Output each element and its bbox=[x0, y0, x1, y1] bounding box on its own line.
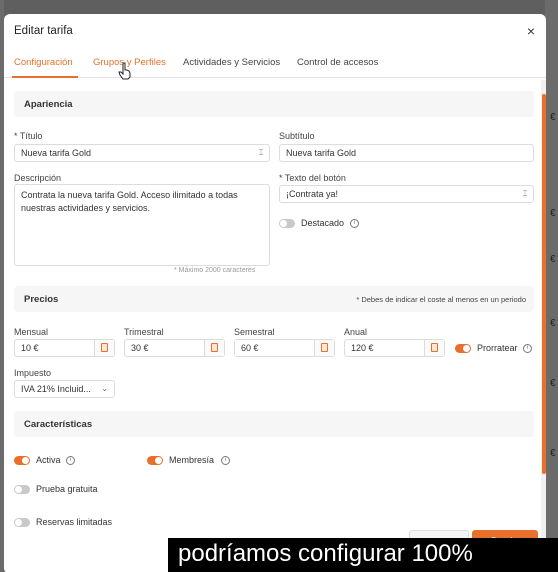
text-cursor-icon: ⌶ bbox=[258, 148, 264, 157]
tab-actividades-servicios[interactable]: Actividades y Servicios bbox=[183, 57, 280, 68]
impuesto-select[interactable]: IVA 21% Incluid... ⌄ bbox=[14, 380, 115, 398]
texto-boton-input[interactable]: ¡Contrata ya! ⌶ bbox=[279, 185, 534, 203]
titulo-input[interactable]: Nueva tarifa Gold ⌶ bbox=[14, 144, 270, 162]
subtitulo-input[interactable]: Nueva tarifa Gold bbox=[279, 144, 534, 162]
scrollbar-thumb[interactable] bbox=[542, 94, 546, 474]
active-tab-indicator bbox=[12, 76, 78, 78]
titulo-label: * Título bbox=[14, 131, 43, 141]
precios-note: * Debes de indicar el coste al menos en … bbox=[356, 295, 526, 304]
copy-icon[interactable] bbox=[94, 340, 114, 356]
toggle-knob bbox=[15, 519, 22, 526]
copy-icon[interactable] bbox=[314, 340, 334, 356]
toggle-knob bbox=[280, 220, 287, 227]
prorratear-label: Prorratear bbox=[477, 343, 518, 353]
caption-text: podríamos configurar 100% bbox=[178, 540, 473, 567]
semestral-input[interactable]: 60 € bbox=[234, 339, 335, 357]
anual-label: Anual bbox=[344, 327, 368, 337]
backdrop-text: € bbox=[550, 254, 556, 265]
reservas-limitadas-toggle[interactable] bbox=[14, 518, 30, 527]
section-caracteristicas: Características bbox=[14, 411, 534, 437]
subtitulo-label: Subtítulo bbox=[279, 131, 315, 141]
section-title: Apariencia bbox=[24, 99, 73, 110]
backdrop-text: € bbox=[550, 318, 556, 329]
toggle-knob bbox=[22, 457, 29, 464]
mensual-label: Mensual bbox=[14, 327, 49, 337]
section-title: Precios bbox=[24, 294, 59, 305]
trimestral-input[interactable]: 30 € bbox=[124, 339, 225, 357]
destacado-toggle[interactable] bbox=[279, 219, 295, 228]
membresia-label: Membresía bbox=[169, 455, 215, 465]
destacado-label: Destacado bbox=[301, 218, 345, 228]
descripcion-textarea[interactable]: Contrata la nueva tarifa Gold. Acceso il… bbox=[14, 184, 270, 266]
tab-bar: Configuración Grupos y Perfiles Activida… bbox=[4, 48, 546, 78]
texto-boton-label: * Texto del botón bbox=[279, 173, 346, 183]
section-precios: Precios * Debes de indicar el coste al m… bbox=[14, 286, 534, 312]
copy-icon[interactable] bbox=[204, 340, 224, 356]
text-cursor-icon: ⌶ bbox=[522, 189, 528, 198]
info-icon[interactable]: i bbox=[221, 456, 230, 465]
prorratear-toggle[interactable] bbox=[455, 344, 471, 353]
backdrop-text: € bbox=[550, 378, 556, 389]
toggle-knob bbox=[463, 345, 470, 352]
backdrop-text: € bbox=[550, 112, 556, 123]
impuesto-label: Impuesto bbox=[14, 368, 52, 378]
info-icon[interactable]: i bbox=[523, 344, 532, 353]
toggle-knob bbox=[155, 457, 162, 464]
reservas-limitadas-label: Reservas limitadas bbox=[36, 517, 113, 527]
anual-input[interactable]: 120 € bbox=[344, 339, 445, 357]
activa-label: Activa bbox=[36, 455, 61, 465]
modal-title: Editar tarifa bbox=[14, 25, 73, 37]
hand-pointer-icon bbox=[118, 62, 131, 80]
descripcion-hint: * Máximo 2000 caracteres bbox=[174, 267, 256, 274]
backdrop-text: € bbox=[550, 208, 556, 219]
section-apariencia: Apariencia bbox=[14, 91, 534, 117]
toggle-knob bbox=[15, 486, 22, 493]
prueba-gratuita-label: Prueba gratuita bbox=[36, 484, 98, 494]
backdrop-text: € bbox=[550, 448, 556, 459]
mensual-input[interactable]: 10 € bbox=[14, 339, 115, 357]
trimestral-label: Trimestral bbox=[124, 327, 164, 337]
info-icon[interactable]: i bbox=[350, 219, 359, 228]
membresia-toggle[interactable] bbox=[147, 456, 163, 465]
backdrop-right bbox=[545, 0, 558, 572]
chevron-down-icon: ⌄ bbox=[101, 384, 108, 393]
descripcion-label: Descripción bbox=[14, 173, 62, 183]
info-icon[interactable]: i bbox=[66, 456, 75, 465]
semestral-label: Semestral bbox=[234, 327, 275, 337]
tab-control-accesos[interactable]: Control de accesos bbox=[297, 57, 378, 68]
activa-toggle[interactable] bbox=[14, 456, 30, 465]
close-icon[interactable]: × bbox=[523, 23, 539, 39]
prueba-gratuita-toggle[interactable] bbox=[14, 485, 30, 494]
section-title: Características bbox=[24, 419, 93, 430]
copy-icon[interactable] bbox=[424, 340, 444, 356]
edit-tariff-modal: Editar tarifa × Configuración Grupos y P… bbox=[4, 14, 546, 572]
tab-configuracion[interactable]: Configuración bbox=[14, 57, 73, 68]
video-caption: podríamos configurar 100% bbox=[168, 538, 558, 572]
modal-header: Editar tarifa × bbox=[4, 14, 546, 48]
